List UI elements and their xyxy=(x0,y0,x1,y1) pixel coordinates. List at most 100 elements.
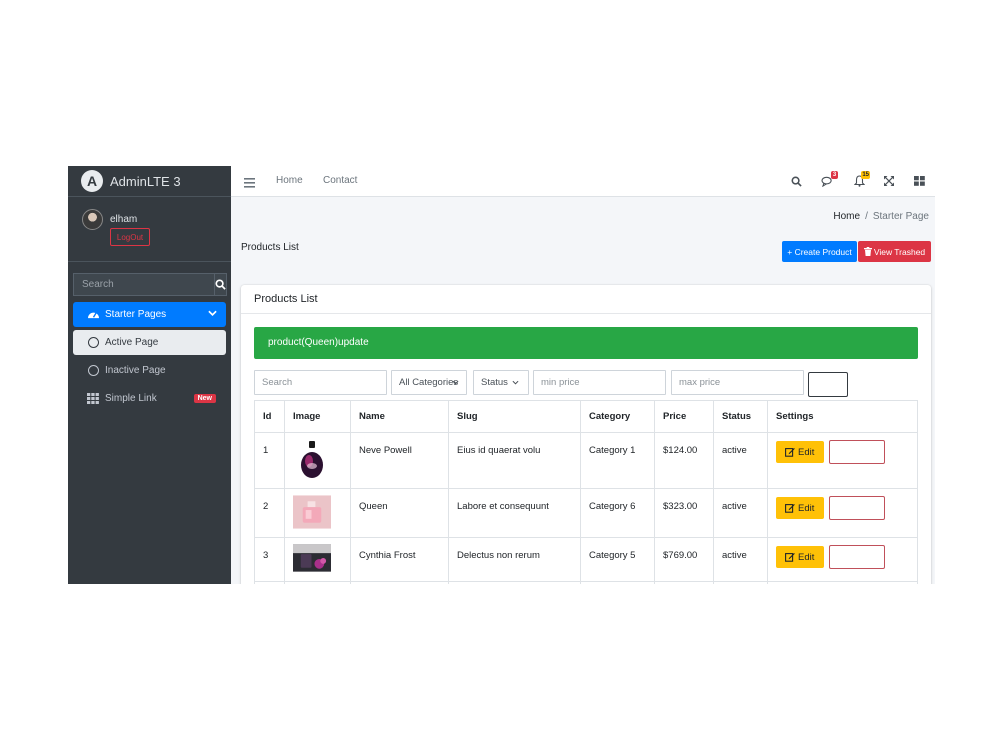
sidebar-item-label: Inactive Page xyxy=(105,365,166,376)
column-header-price[interactable]: Price xyxy=(654,400,714,433)
user-name[interactable]: elham xyxy=(110,214,137,225)
cell-id: 3 xyxy=(254,537,285,582)
cell-slug: Eius id quaerat volu xyxy=(448,432,581,489)
logout-button[interactable]: LogOut xyxy=(110,228,150,246)
sidebar-search-input[interactable] xyxy=(73,273,214,296)
column-header-id[interactable]: Id xyxy=(254,400,285,433)
sidebar-item-simple-link[interactable]: Simple Link New xyxy=(73,386,226,411)
search-icon xyxy=(215,279,226,290)
sidebar-search xyxy=(73,273,227,296)
control-sidebar-button[interactable] xyxy=(911,173,927,189)
success-alert: product(Queen)update xyxy=(254,327,918,359)
cell-slug: Labore et consequunt xyxy=(448,488,581,538)
nav-link-home[interactable]: Home xyxy=(276,175,303,186)
tachometer-icon xyxy=(86,309,100,320)
nav-link-contact[interactable]: Contact xyxy=(323,175,357,186)
column-header-name[interactable]: Name xyxy=(350,400,449,433)
status-select-value: Status xyxy=(481,377,508,388)
cell-id: 1 xyxy=(254,432,285,489)
view-trashed-button[interactable]: View Trashed xyxy=(858,241,931,262)
sidebar-search-button[interactable] xyxy=(214,273,227,296)
circle-icon xyxy=(86,337,100,348)
search-icon xyxy=(791,176,802,187)
cell-image xyxy=(284,488,351,538)
cell-status: active xyxy=(713,432,768,489)
column-header-settings: Settings xyxy=(767,400,918,433)
cell-name: Queen xyxy=(350,488,449,538)
cell-price: $769.00 xyxy=(654,537,714,582)
cell-status: active xyxy=(713,537,768,582)
column-header-status[interactable]: Status xyxy=(713,400,768,433)
cell-settings: Edit xyxy=(767,488,918,538)
status-select[interactable]: Status xyxy=(473,370,529,395)
cell-slug: Delectus non rerum xyxy=(448,537,581,582)
delete-button[interactable] xyxy=(828,545,885,569)
circle-icon xyxy=(86,365,100,376)
product-image-pink-perfume xyxy=(293,495,331,529)
cell-name: Neve Powell xyxy=(350,432,449,489)
column-header-image[interactable]: Image xyxy=(284,400,351,433)
user-panel: elham LogOut xyxy=(68,200,231,262)
edit-icon xyxy=(785,504,795,513)
table-header-row: Id Image Name Slug Category Price Status… xyxy=(254,400,918,433)
table-row: 1 Neve Powell Eius id quaerat volu Categ xyxy=(254,432,918,489)
product-image-perfume-bottle xyxy=(301,441,323,478)
fullscreen-button[interactable] xyxy=(881,173,897,189)
sidebar-item-starter-pages[interactable]: Starter Pages xyxy=(73,302,226,327)
cell-image xyxy=(284,432,351,489)
chevron-down-icon xyxy=(208,310,217,316)
sidebar-item-label: Simple Link xyxy=(105,393,157,404)
filter-submit-button[interactable] xyxy=(808,372,848,397)
page-title: Products List xyxy=(241,242,299,253)
edit-button[interactable]: Edit xyxy=(776,441,824,463)
cell-price: $124.00 xyxy=(654,432,714,489)
table-row: 2 Queen Labore et consequunt Category 6 xyxy=(254,488,918,538)
column-header-category[interactable]: Category xyxy=(580,400,655,433)
brand-title: AdminLTE 3 xyxy=(110,173,181,189)
cell-category: Category 6 xyxy=(580,488,655,538)
cell-id: 2 xyxy=(254,488,285,538)
products-table: Id Image Name Slug Category Price Status… xyxy=(254,400,918,584)
edit-button[interactable]: Edit xyxy=(776,497,824,519)
products-card: Products List product(Queen)update All C… xyxy=(241,285,931,584)
edit-icon xyxy=(785,448,795,457)
messages-count-badge: 3 xyxy=(831,171,838,179)
cell-settings: Edit xyxy=(767,432,918,489)
delete-button[interactable] xyxy=(828,496,885,520)
category-select[interactable]: All Categories xyxy=(391,370,467,395)
column-header-slug[interactable]: Slug xyxy=(448,400,581,433)
edit-label: Edit xyxy=(798,446,815,458)
new-badge: New xyxy=(193,394,216,403)
cell-status: active xyxy=(713,488,768,538)
table-row: 3 Cynthia Frost Delectus non rerum Categ… xyxy=(254,537,918,582)
breadcrumb: Home / Starter Page xyxy=(833,211,929,222)
navbar-search-button[interactable] xyxy=(788,173,804,189)
top-navbar: Home Contact 3 15 xyxy=(231,166,935,197)
edit-button[interactable]: Edit xyxy=(776,546,824,568)
create-product-button[interactable]: + Create Product xyxy=(782,241,857,262)
sidebar-item-inactive-page[interactable]: Inactive Page xyxy=(73,358,226,383)
cell-image xyxy=(284,537,351,582)
breadcrumb-current: Starter Page xyxy=(872,211,929,222)
expand-icon xyxy=(884,176,894,186)
notifications-button[interactable]: 15 xyxy=(851,171,870,189)
breadcrumb-home[interactable]: Home xyxy=(833,211,860,222)
max-price-input[interactable] xyxy=(671,370,804,395)
edit-label: Edit xyxy=(798,551,815,563)
avatar[interactable] xyxy=(82,209,103,230)
min-price-input[interactable] xyxy=(533,370,666,395)
table-row xyxy=(254,581,918,584)
trash-icon xyxy=(863,247,872,256)
hamburger-menu-icon[interactable] xyxy=(244,175,255,193)
messages-button[interactable]: 3 xyxy=(819,171,838,189)
notifications-count-badge: 15 xyxy=(861,171,870,179)
cell-settings: Edit xyxy=(767,537,918,582)
sidebar-item-active-page[interactable]: Active Page xyxy=(73,330,226,355)
cell-name: Cynthia Frost xyxy=(350,537,449,582)
chevron-down-icon xyxy=(512,380,519,385)
sidebar-item-label: Active Page xyxy=(105,337,159,348)
brand-link[interactable]: A AdminLTE 3 xyxy=(68,166,231,197)
product-search-input[interactable] xyxy=(254,370,387,395)
chevron-down-icon xyxy=(452,380,459,385)
delete-button[interactable] xyxy=(828,440,885,464)
